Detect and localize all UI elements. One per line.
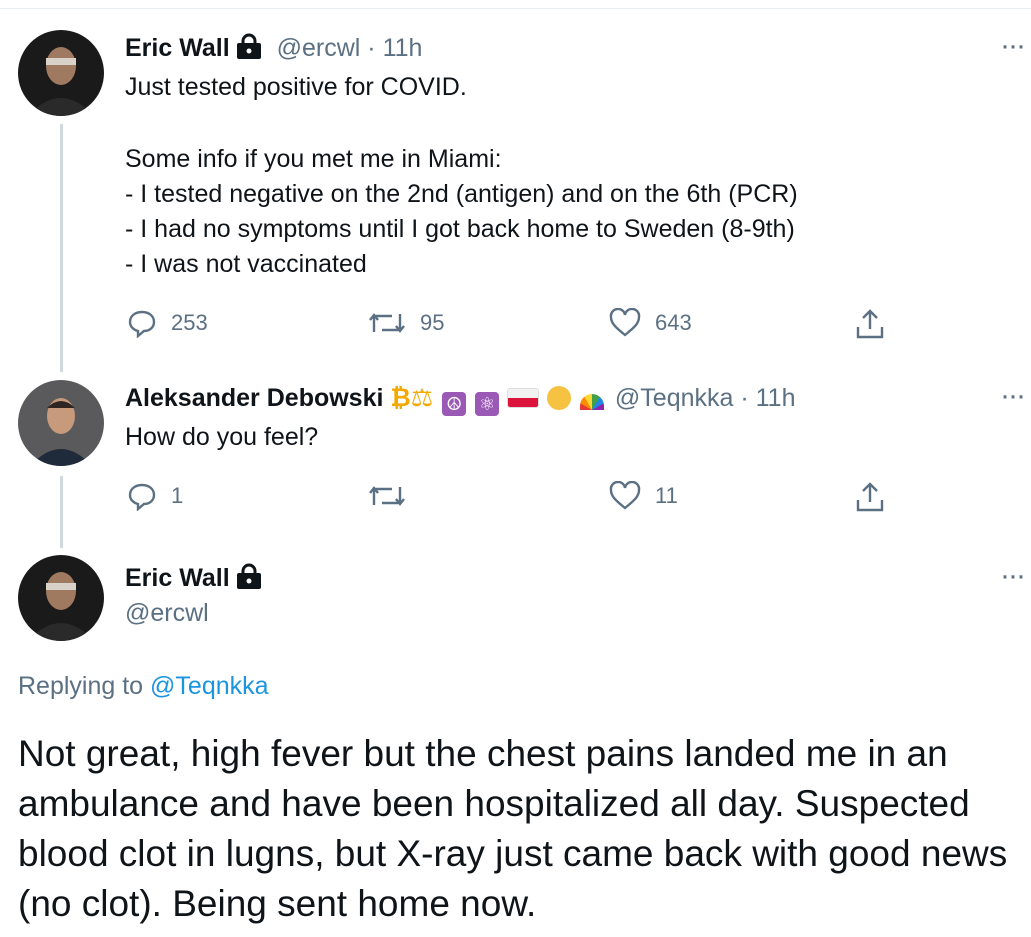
avatar-aleksander-debowski[interactable] xyxy=(18,380,104,466)
tweet-time[interactable]: · 11h xyxy=(740,384,795,412)
reply-button[interactable]: 253 xyxy=(127,308,208,338)
retweet-count: 95 xyxy=(420,310,445,335)
lock-icon xyxy=(234,563,264,596)
tweet-header: Eric Wall @ercwl · 11h xyxy=(125,33,422,66)
heart-icon xyxy=(609,308,641,337)
replying-to-handle[interactable]: @Teqnkka xyxy=(150,672,269,700)
reply-button[interactable]: 1 xyxy=(127,481,183,511)
avatar-eric-wall[interactable] xyxy=(18,30,104,116)
top-divider xyxy=(0,8,1031,9)
share-button[interactable] xyxy=(854,481,886,513)
name-emoji: ₿⚖ xyxy=(390,384,434,412)
tweet-text: Just tested positive for COVID. xyxy=(125,73,467,101)
share-icon xyxy=(856,309,884,339)
replying-to-label: Replying to xyxy=(18,672,144,700)
like-button[interactable]: 643 xyxy=(609,308,692,338)
author-handle[interactable]: @ercwl xyxy=(277,34,361,62)
share-icon xyxy=(856,482,884,512)
heart-icon xyxy=(609,481,641,510)
thread-line xyxy=(60,476,63,548)
author-name[interactable]: Aleksander Debowski xyxy=(125,384,383,412)
more-horizontal-icon[interactable]: ··· xyxy=(1000,31,1026,61)
tweet-header: Eric Wall xyxy=(125,563,264,596)
author-name[interactable]: Eric Wall xyxy=(125,34,230,62)
retweet-icon xyxy=(369,313,405,333)
replying-to: Replying to @Teqnkka xyxy=(18,672,269,701)
tweet-time[interactable]: · 11h xyxy=(367,34,422,62)
peace-icon: ☮ xyxy=(442,392,467,416)
author-name[interactable]: Eric Wall xyxy=(125,564,230,592)
rainbow-icon xyxy=(579,394,604,410)
tweet-text: How do you feel? xyxy=(125,423,319,451)
author-handle[interactable]: @ercwl xyxy=(125,598,209,628)
focused-tweet-text: Not great, high fever but the chest pain… xyxy=(18,733,1008,924)
reply-icon xyxy=(128,310,156,338)
technologist-icon xyxy=(547,386,571,410)
thread-line xyxy=(60,124,63,372)
retweet-button[interactable]: 95 xyxy=(368,308,444,338)
retweet-button[interactable] xyxy=(368,481,420,511)
more-horizontal-icon[interactable]: ··· xyxy=(1000,561,1026,591)
reply-count: 1 xyxy=(171,483,184,508)
author-handle[interactable]: @Teqnkka xyxy=(615,384,734,412)
share-button[interactable] xyxy=(854,308,886,340)
reply-count: 253 xyxy=(171,310,208,335)
like-count: 643 xyxy=(655,310,692,335)
atom-icon: ⚛ xyxy=(475,392,500,416)
like-button[interactable]: 11 xyxy=(609,481,678,511)
tweet-header: Aleksander Debowski ₿⚖ ☮ ⚛ @Teqnkka · 11… xyxy=(125,383,796,416)
retweet-icon xyxy=(369,486,405,506)
lock-icon xyxy=(234,33,264,66)
more-horizontal-icon[interactable]: ··· xyxy=(1000,381,1026,411)
like-count: 11 xyxy=(655,483,678,508)
reply-icon xyxy=(128,483,156,511)
poland-flag-icon xyxy=(508,389,539,407)
tweet-text: Some info if you met me in Miami: - I te… xyxy=(125,145,798,278)
avatar-eric-wall[interactable] xyxy=(18,555,104,641)
